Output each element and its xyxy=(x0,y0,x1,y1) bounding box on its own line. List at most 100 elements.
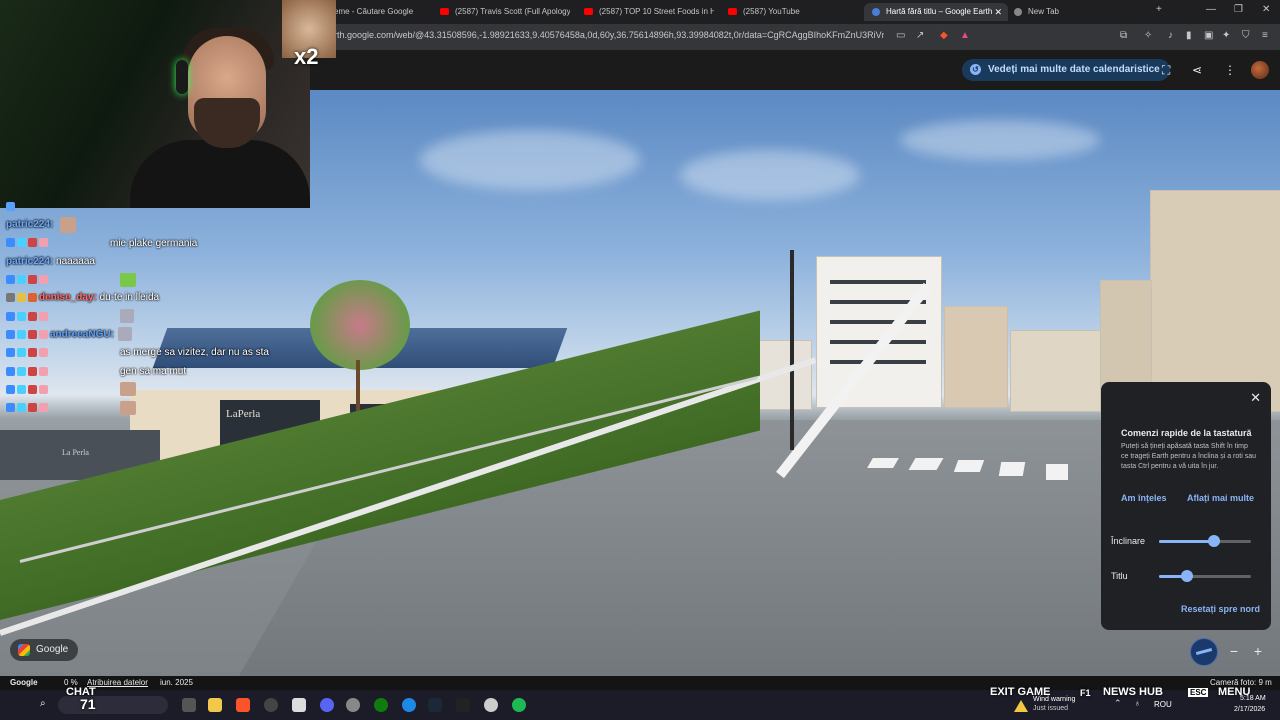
avatar[interactable] xyxy=(1251,61,1269,79)
badge-icon xyxy=(6,384,15,394)
earth-icon xyxy=(872,7,880,16)
tab-label: Hartă fără titlu – Google Earth xyxy=(886,7,993,16)
app-icon[interactable] xyxy=(264,698,278,712)
badge-icon xyxy=(28,238,37,248)
tab-google-earth[interactable]: Hartă fără titlu – Google Earth ✕ xyxy=(864,3,1008,21)
taskbar-search-input[interactable] xyxy=(58,696,168,714)
cloud xyxy=(900,120,1100,160)
share-icon[interactable]: ⋖ xyxy=(1192,63,1202,77)
chat-username: denise_day: xyxy=(39,292,97,304)
learn-more-link[interactable]: Aflați mai multe xyxy=(1187,493,1254,503)
close-window-button[interactable]: ✕ xyxy=(1262,4,1270,15)
store-icon[interactable] xyxy=(292,698,306,712)
search-icon[interactable]: ⌕ xyxy=(40,698,54,712)
history-dates-button[interactable]: ↺ Vedeți mai multe date calendaristice xyxy=(962,59,1170,81)
minimize-button[interactable]: — xyxy=(1206,4,1216,15)
chat-username: patric224: xyxy=(6,219,54,231)
compass-button[interactable] xyxy=(1190,638,1218,666)
chat-text: naaaaaa xyxy=(56,255,95,267)
building-tower xyxy=(1150,190,1280,412)
tab-label: New Tab xyxy=(1028,7,1059,16)
badge-icon xyxy=(17,403,26,413)
streamer-webcam xyxy=(0,0,310,208)
tab-google-search[interactable]: eme - Căutare Google xyxy=(334,3,430,21)
puzzle-icon[interactable]: ✧ xyxy=(1144,30,1152,41)
shortcuts-title: Comenzi rapide de la tastatură xyxy=(1121,428,1252,438)
more-options-icon[interactable]: ⋮ xyxy=(1224,63,1236,77)
close-icon[interactable]: ✕ xyxy=(1250,390,1261,406)
lamp-post xyxy=(790,250,794,450)
history-button-label: Vedeți mai multe date calendaristice xyxy=(988,64,1160,75)
tab-youtube-home[interactable]: (2587) YouTube xyxy=(728,3,848,21)
tilt-slider[interactable] xyxy=(1159,535,1251,547)
tilt-slider-handle[interactable] xyxy=(1208,535,1221,547)
menu-icon[interactable]: ≡ xyxy=(1262,30,1268,41)
badge-icon xyxy=(17,238,26,248)
badge-icon xyxy=(6,403,15,413)
spotify-icon[interactable] xyxy=(512,698,526,712)
app-icon[interactable] xyxy=(402,698,416,712)
reset-north-button[interactable]: Resetați spre nord xyxy=(1181,604,1260,614)
window-row xyxy=(830,360,926,364)
badge-icon xyxy=(39,384,48,394)
badge-icon xyxy=(39,275,48,285)
music-icon[interactable]: ♪ xyxy=(1168,30,1173,41)
screenshot-icon[interactable]: ⛶ xyxy=(1162,63,1170,78)
heading-label: Titlu xyxy=(1111,571,1128,581)
crosswalk-stripe xyxy=(1046,464,1068,480)
chat-text: mie plake germania xyxy=(110,237,198,249)
vpn-icon[interactable]: ⛉ xyxy=(1242,30,1250,41)
badge-icon xyxy=(17,293,26,303)
leo-icon[interactable]: ✦ xyxy=(1222,30,1230,41)
zoom-out-button[interactable]: − xyxy=(1224,641,1244,661)
google-apps-button[interactable]: Google xyxy=(10,639,79,661)
app-icon[interactable] xyxy=(484,698,498,712)
chat-message xyxy=(6,381,306,399)
zoom-in-button[interactable]: + xyxy=(1248,641,1268,661)
new-tab-button[interactable]: + xyxy=(1156,4,1162,15)
close-tab-icon[interactable]: ✕ xyxy=(994,3,1002,21)
task-view-icon[interactable] xyxy=(182,698,196,712)
xbox-icon[interactable] xyxy=(374,698,388,712)
shortcuts-description: Puteți să țineți apăsată tasta Shift în … xyxy=(1121,443,1257,470)
badge-icon xyxy=(39,329,48,339)
steam-icon[interactable] xyxy=(428,698,442,712)
clock-date[interactable]: 2/17/2026 xyxy=(1234,706,1265,713)
heading-slider-handle[interactable] xyxy=(1180,570,1193,582)
file-explorer-icon[interactable] xyxy=(208,698,222,712)
badge-icon xyxy=(28,293,37,303)
share-icon[interactable]: ↗ xyxy=(916,30,924,41)
microphone-icon[interactable]: ♁ xyxy=(1134,698,1141,708)
url-field[interactable]: rth.google.com/web/@43.31508596,-1.98921… xyxy=(334,30,884,40)
data-attribution-link[interactable]: Atribuirea datelor xyxy=(87,676,148,690)
badge-icon xyxy=(6,311,15,321)
news-hub-button[interactable]: NEWS HUB xyxy=(1103,686,1163,698)
wallet-icon[interactable]: ▣ xyxy=(1204,30,1213,41)
brave-browser-icon[interactable] xyxy=(236,698,250,712)
emote-icon xyxy=(117,327,132,342)
maximize-button[interactable]: ❐ xyxy=(1234,4,1243,15)
got-it-button[interactable]: Am înțeles xyxy=(1121,493,1167,503)
epic-games-icon[interactable] xyxy=(456,698,470,712)
brave-rewards-icon[interactable]: ▲ xyxy=(960,30,970,41)
cast-icon[interactable]: ▭ xyxy=(896,30,905,41)
weather-alert-title[interactable]: Wind warning xyxy=(1033,696,1075,703)
chevron-up-icon[interactable]: ⌃ xyxy=(1114,698,1122,709)
emote-icon xyxy=(60,216,77,233)
extensions-icon[interactable]: ⧉ xyxy=(1120,30,1127,41)
brave-shield-icon[interactable]: ◆ xyxy=(940,30,948,41)
tab-new-tab[interactable]: New Tab xyxy=(1014,3,1114,21)
language-indicator[interactable]: ROU xyxy=(1154,700,1172,709)
weather-alert-subtitle: Just issued xyxy=(1033,705,1069,712)
heading-slider[interactable] xyxy=(1159,570,1251,582)
tab-youtube-streetfood[interactable]: (2587) TOP 10 Street Foods in HA xyxy=(584,3,714,21)
app-icon[interactable] xyxy=(346,698,360,712)
clock-time[interactable]: 5:18 AM xyxy=(1240,695,1266,702)
sidebar-icon[interactable]: ▮ xyxy=(1186,30,1192,41)
tab-youtube-travis[interactable]: (2587) Travis Scott (Full Apology) xyxy=(440,3,570,21)
crosswalk-stripe xyxy=(953,460,985,472)
badge-icon xyxy=(17,384,26,394)
discord-icon[interactable] xyxy=(320,698,334,712)
google-pill-label: Google xyxy=(36,644,69,655)
cloud xyxy=(420,130,640,190)
